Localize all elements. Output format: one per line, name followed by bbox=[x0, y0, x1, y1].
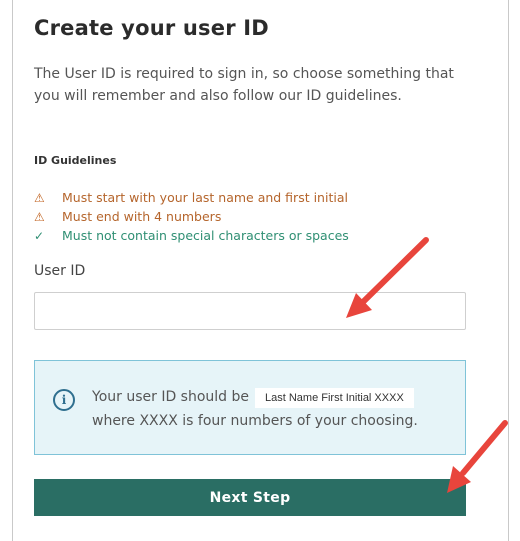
arrow-to-next-step-button bbox=[447, 420, 508, 493]
annotation-arrows bbox=[346, 237, 508, 493]
arrow-to-user-id-field bbox=[346, 237, 429, 318]
